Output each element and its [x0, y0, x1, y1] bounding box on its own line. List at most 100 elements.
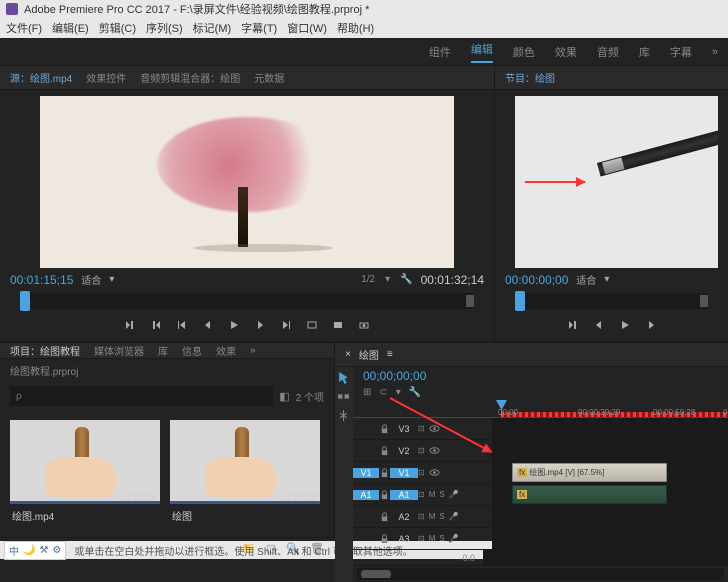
timeline-timecode[interactable]: 00;00;00;00	[363, 369, 426, 383]
menu-clip[interactable]: 剪辑(C)	[99, 20, 136, 36]
tab-effect-controls[interactable]: 效果控件	[86, 70, 126, 85]
source-in-timecode[interactable]: 00:01:15;15	[10, 273, 73, 287]
workspace-library[interactable]: 库	[639, 44, 650, 60]
marker-icon[interactable]: ▾	[396, 387, 401, 398]
tab-effects-panel[interactable]: 效果	[216, 343, 236, 358]
chevron-down-icon[interactable]: ▾	[385, 274, 390, 285]
source-preview[interactable]	[40, 96, 454, 268]
track-label[interactable]: V2	[390, 446, 418, 456]
chevron-down-icon[interactable]: ▾	[604, 274, 609, 285]
mute-button[interactable]: M	[429, 534, 436, 543]
lock-icon[interactable]	[379, 445, 390, 456]
toggle-output-icon[interactable]: ⊡	[418, 534, 425, 543]
overwrite-button[interactable]	[329, 317, 347, 333]
step-forward-button[interactable]	[251, 317, 269, 333]
selection-tool-icon[interactable]	[337, 371, 350, 384]
tab-source[interactable]: 源：绘图.mp4	[10, 70, 72, 85]
source-scrubber[interactable]	[20, 293, 474, 309]
lock-icon[interactable]	[379, 489, 390, 500]
workspace-color[interactable]: 颜色	[513, 44, 535, 60]
razor-tool-icon[interactable]	[337, 409, 350, 422]
source-patch-a1[interactable]: A1	[353, 490, 379, 500]
workspace-audio[interactable]: 音频	[597, 44, 619, 60]
tab-libraries[interactable]: 库	[158, 343, 168, 358]
filter-icon[interactable]: ◧	[279, 390, 289, 403]
track-label[interactable]: V1	[390, 468, 418, 478]
workspace-overflow-icon[interactable]: »	[712, 46, 718, 58]
workspace-titles[interactable]: 字幕	[670, 44, 692, 60]
clip-item[interactable]: 1:32;14 绘图.mp4	[10, 420, 160, 527]
workspace-assembly[interactable]: 组件	[429, 44, 451, 60]
toggle-output-icon[interactable]: ⊡	[418, 446, 425, 455]
lock-icon[interactable]	[379, 467, 390, 478]
project-search-input[interactable]	[10, 386, 273, 406]
toggle-output-icon[interactable]: ⊡	[418, 490, 425, 499]
toggle-output-icon[interactable]: ⊡	[418, 424, 425, 433]
lock-icon[interactable]	[379, 533, 390, 544]
snap-icon[interactable]: ⊞	[363, 387, 371, 398]
play-button[interactable]	[225, 317, 243, 333]
scrubber-thumb[interactable]	[20, 291, 30, 311]
go-to-out-button[interactable]	[277, 317, 295, 333]
mark-in-button[interactable]	[121, 317, 139, 333]
voice-icon[interactable]: 🎤	[449, 534, 459, 543]
track-label[interactable]: A2	[390, 512, 418, 522]
workspace-editing[interactable]: 编辑	[471, 41, 493, 63]
step-back-button[interactable]	[590, 317, 608, 333]
eye-icon[interactable]	[429, 445, 440, 456]
track-label[interactable]: A3	[390, 534, 418, 544]
menu-marker[interactable]: 标记(M)	[193, 20, 232, 36]
source-patch-v1[interactable]: V1	[353, 468, 379, 478]
solo-button[interactable]: S	[439, 512, 444, 521]
program-timecode[interactable]: 00:00:00;00	[505, 273, 568, 287]
mute-button[interactable]: M	[429, 490, 436, 499]
chevron-down-icon[interactable]: ▾	[109, 274, 114, 285]
solo-button[interactable]: S	[439, 490, 444, 499]
go-to-in-button[interactable]	[173, 317, 191, 333]
ime-indicator[interactable]: 中🌙⚒⚙	[4, 541, 66, 560]
tab-program[interactable]: 节目：绘图	[505, 70, 555, 85]
lock-icon[interactable]	[379, 511, 390, 522]
clip-item[interactable]: 1:07;10 绘图	[170, 420, 320, 527]
source-res[interactable]: 1/2	[361, 274, 375, 285]
voice-icon[interactable]: 🎤	[449, 512, 459, 521]
toggle-output-icon[interactable]: ⊡	[418, 512, 425, 521]
tab-metadata[interactable]: 元数据	[254, 70, 284, 85]
timeline-hscroll[interactable]	[357, 568, 724, 580]
step-forward-button[interactable]	[642, 317, 660, 333]
mark-in-button[interactable]	[564, 317, 582, 333]
tab-audio-mixer[interactable]: 音频剪辑混合器：绘图	[140, 70, 240, 85]
mark-out-button[interactable]	[147, 317, 165, 333]
lock-icon[interactable]	[379, 423, 390, 434]
toggle-output-icon[interactable]: ⊡	[418, 468, 425, 477]
source-out-timecode[interactable]: 00:01:32;14	[421, 273, 484, 287]
mute-button[interactable]: M	[429, 512, 436, 521]
sequence-name[interactable]: 绘图	[359, 347, 379, 362]
source-zoom[interactable]: 适合	[81, 272, 101, 287]
track-label[interactable]: V3	[390, 424, 418, 434]
voice-icon[interactable]: 🎤	[449, 490, 459, 499]
timeline-clip-video[interactable]: fx 绘图.mp4 [V] [67.5%]	[512, 463, 667, 482]
menu-file[interactable]: 文件(F)	[6, 20, 42, 36]
workspace-effects[interactable]: 效果	[555, 44, 577, 60]
tab-media-browser[interactable]: 媒体浏览器	[94, 343, 144, 358]
menu-window[interactable]: 窗口(W)	[287, 20, 327, 36]
insert-button[interactable]	[303, 317, 321, 333]
play-button[interactable]	[616, 317, 634, 333]
menu-edit[interactable]: 编辑(E)	[52, 20, 89, 36]
program-zoom[interactable]: 适合	[576, 272, 596, 287]
track-label[interactable]: A1	[390, 490, 418, 500]
export-frame-button[interactable]	[355, 317, 373, 333]
settings-icon[interactable]: 🔧	[409, 387, 421, 398]
close-seq-icon[interactable]: ×	[345, 349, 351, 360]
tab-project[interactable]: 项目：绘图教程	[10, 343, 80, 358]
step-back-button[interactable]	[199, 317, 217, 333]
scrubber-thumb[interactable]	[515, 291, 525, 311]
playhead[interactable]	[501, 400, 502, 417]
panel-menu-icon[interactable]: ≡	[387, 349, 393, 360]
timeline-clip-audio[interactable]: fx	[512, 485, 667, 504]
panel-overflow-icon[interactable]: »	[250, 345, 256, 356]
menu-help[interactable]: 帮助(H)	[337, 20, 374, 36]
ripple-tool-icon[interactable]	[337, 390, 350, 403]
menu-title[interactable]: 字幕(T)	[241, 20, 277, 36]
